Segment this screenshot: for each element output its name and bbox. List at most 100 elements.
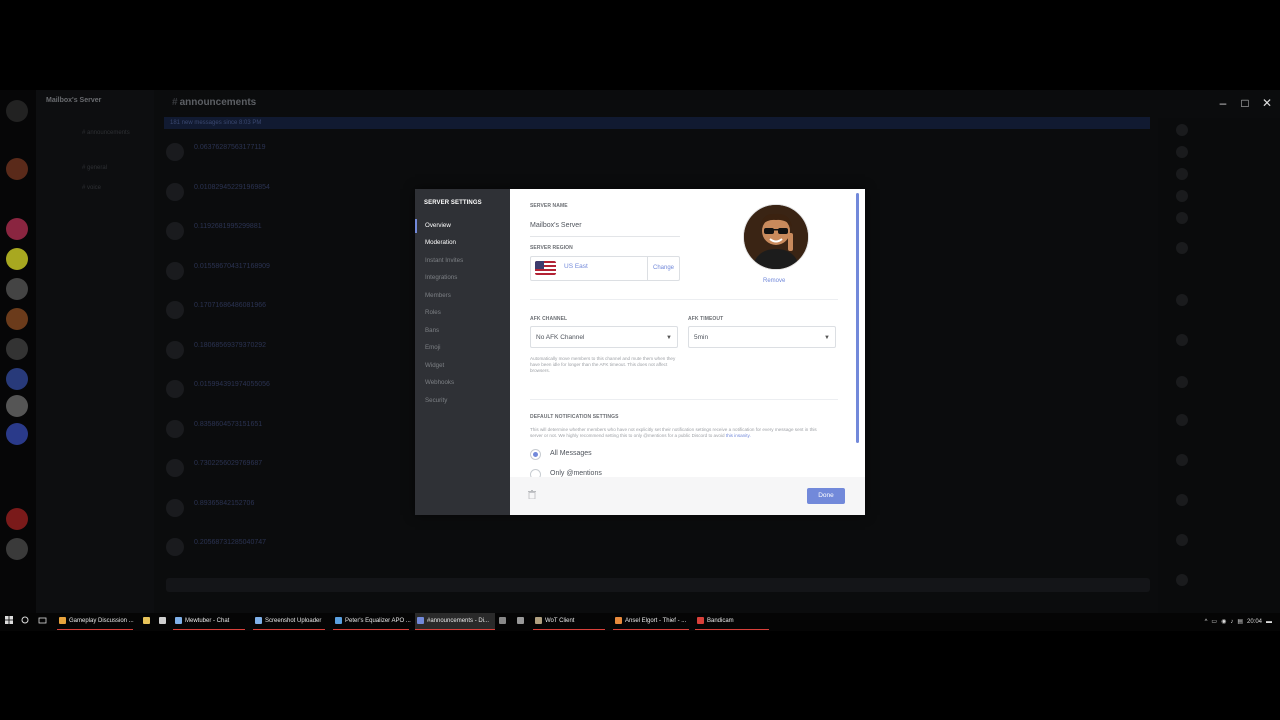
channel-item[interactable]: # general [82,165,107,171]
maximize-icon[interactable]: □ [1238,96,1252,110]
region-value: US East [564,263,588,270]
new-messages-bar[interactable]: 181 new messages since 8:03 PM [164,117,1150,129]
member-avatar[interactable] [1176,534,1188,546]
message-avatar[interactable] [166,182,184,201]
home-icon[interactable] [6,100,28,122]
server-icon[interactable] [6,423,28,445]
taskbar: Gameplay Discussion ... Mewtuber - Chat Sc… [0,613,1280,631]
server-icon[interactable] [6,538,28,560]
nav-security[interactable]: Security [415,394,510,408]
server-icon[interactable] [6,508,28,530]
taskbar-item[interactable]: Ansel Elgort - Thief - ... [613,613,689,630]
change-region-button[interactable]: Change [647,257,679,280]
member-avatar[interactable] [1176,454,1188,466]
remove-avatar-link[interactable]: Remove [763,278,785,284]
afk-channel-select[interactable]: No AFK Channel ▼ [530,326,678,348]
taskbar-item[interactable] [141,613,151,630]
member-avatar[interactable] [1176,168,1188,180]
taskbar-item[interactable]: Bandicam [695,613,769,630]
server-title[interactable]: Mailbox's Server [46,97,101,104]
minimize-icon[interactable]: – [1216,96,1230,110]
tray-network-icon[interactable]: ◉ [1221,613,1226,631]
tray-keyboard-icon[interactable]: ▤ [1237,613,1243,631]
message-avatar[interactable] [166,301,184,319]
taskbar-item[interactable]: WoT Client [533,613,605,630]
member-avatar[interactable] [1176,146,1188,158]
message-avatar[interactable] [166,538,184,556]
taskbar-item-label: #announcements - Di... [427,618,490,624]
server-icon[interactable] [6,368,28,390]
member-avatar[interactable] [1176,212,1188,224]
radio-only-mentions[interactable]: Only @mentions [530,469,830,477]
member-avatar[interactable] [1176,574,1188,586]
server-icon[interactable] [6,338,28,360]
done-button[interactable]: Done [807,488,845,504]
afk-timeout-select[interactable]: 5min ▼ [688,326,836,348]
nav-instant-invites[interactable]: Instant Invites [415,254,510,268]
nav-webhooks[interactable]: Webhooks [415,376,510,390]
message-text: 0.010829452291969854 [194,183,270,191]
member-avatar[interactable] [1176,124,1188,136]
search-icon[interactable] [21,613,31,630]
notifications-icon[interactable]: ▬ [1266,613,1272,631]
task-view-icon[interactable] [38,613,50,630]
member-avatar[interactable] [1176,190,1188,202]
message-avatar[interactable] [166,459,184,477]
taskbar-item[interactable] [515,613,525,630]
scrollbar[interactable] [856,193,859,443]
insanity-link[interactable]: this insanity. [726,433,751,438]
member-avatar[interactable] [1176,414,1188,426]
clock[interactable]: 20:04 [1247,613,1262,631]
nav-emoji[interactable]: Emoji [415,341,510,355]
message-avatar[interactable] [166,143,184,161]
member-avatar[interactable] [1176,294,1188,306]
channel-item[interactable]: # announcements [82,130,130,136]
close-icon[interactable]: ✕ [1260,96,1274,110]
server-icon[interactable] [6,218,28,240]
channel-item[interactable]: # voice [82,185,101,191]
nav-moderation[interactable]: Moderation [415,236,510,250]
message-avatar[interactable] [166,340,184,359]
channel-title: announcements [172,97,257,108]
message-input[interactable] [166,578,1150,592]
server-region-select[interactable]: US East Change [530,256,680,281]
message-avatar[interactable] [166,419,184,438]
message-avatar[interactable] [166,222,184,240]
server-icon[interactable] [6,248,28,270]
radio-all-messages[interactable]: All Messages [530,449,830,463]
taskbar-item[interactable]: Gameplay Discussion ... [57,613,134,630]
member-avatar[interactable] [1176,334,1188,346]
tray-volume-icon[interactable]: ♪ [1230,613,1233,631]
member-avatar[interactable] [1176,494,1188,506]
channel-sidebar: # announcements # general # voice [36,90,154,616]
windows-start-icon[interactable] [4,613,14,630]
tray-display-icon[interactable]: ▭ [1211,613,1217,631]
taskbar-item[interactable] [157,613,167,630]
message-text: 0.1192681995299881 [194,223,262,230]
member-avatar[interactable] [1176,376,1188,388]
taskbar-item[interactable]: Peter's Equalizer APO ... [333,613,411,630]
nav-integrations[interactable]: Integrations [415,271,510,285]
message-avatar[interactable] [166,498,184,517]
server-icon[interactable] [6,278,28,300]
nav-widget[interactable]: Widget [415,359,510,373]
member-avatar[interactable] [1176,242,1188,254]
server-icon[interactable] [6,308,28,330]
taskbar-item[interactable]: #announcements - Di... [415,613,495,630]
message-avatar[interactable] [166,380,184,398]
server-icon[interactable] [6,158,28,180]
nav-overview[interactable]: Overview [415,219,510,233]
taskbar-item[interactable]: Mewtuber - Chat [173,613,245,630]
chevron-down-icon: ▼ [666,335,672,341]
taskbar-item[interactable]: Screenshot Uploader [253,613,325,630]
server-icon[interactable] [6,395,28,417]
delete-server-icon[interactable] [528,490,536,499]
taskbar-item[interactable] [497,613,507,630]
server-avatar[interactable] [743,204,809,270]
nav-members[interactable]: Members [415,289,510,303]
nav-roles[interactable]: Roles [415,306,510,320]
tray-chevron-icon[interactable]: ^ [1205,613,1208,631]
message-avatar[interactable] [166,261,184,280]
server-name-input[interactable]: Mailbox's Server [530,216,680,237]
nav-bans[interactable]: Bans [415,324,510,338]
